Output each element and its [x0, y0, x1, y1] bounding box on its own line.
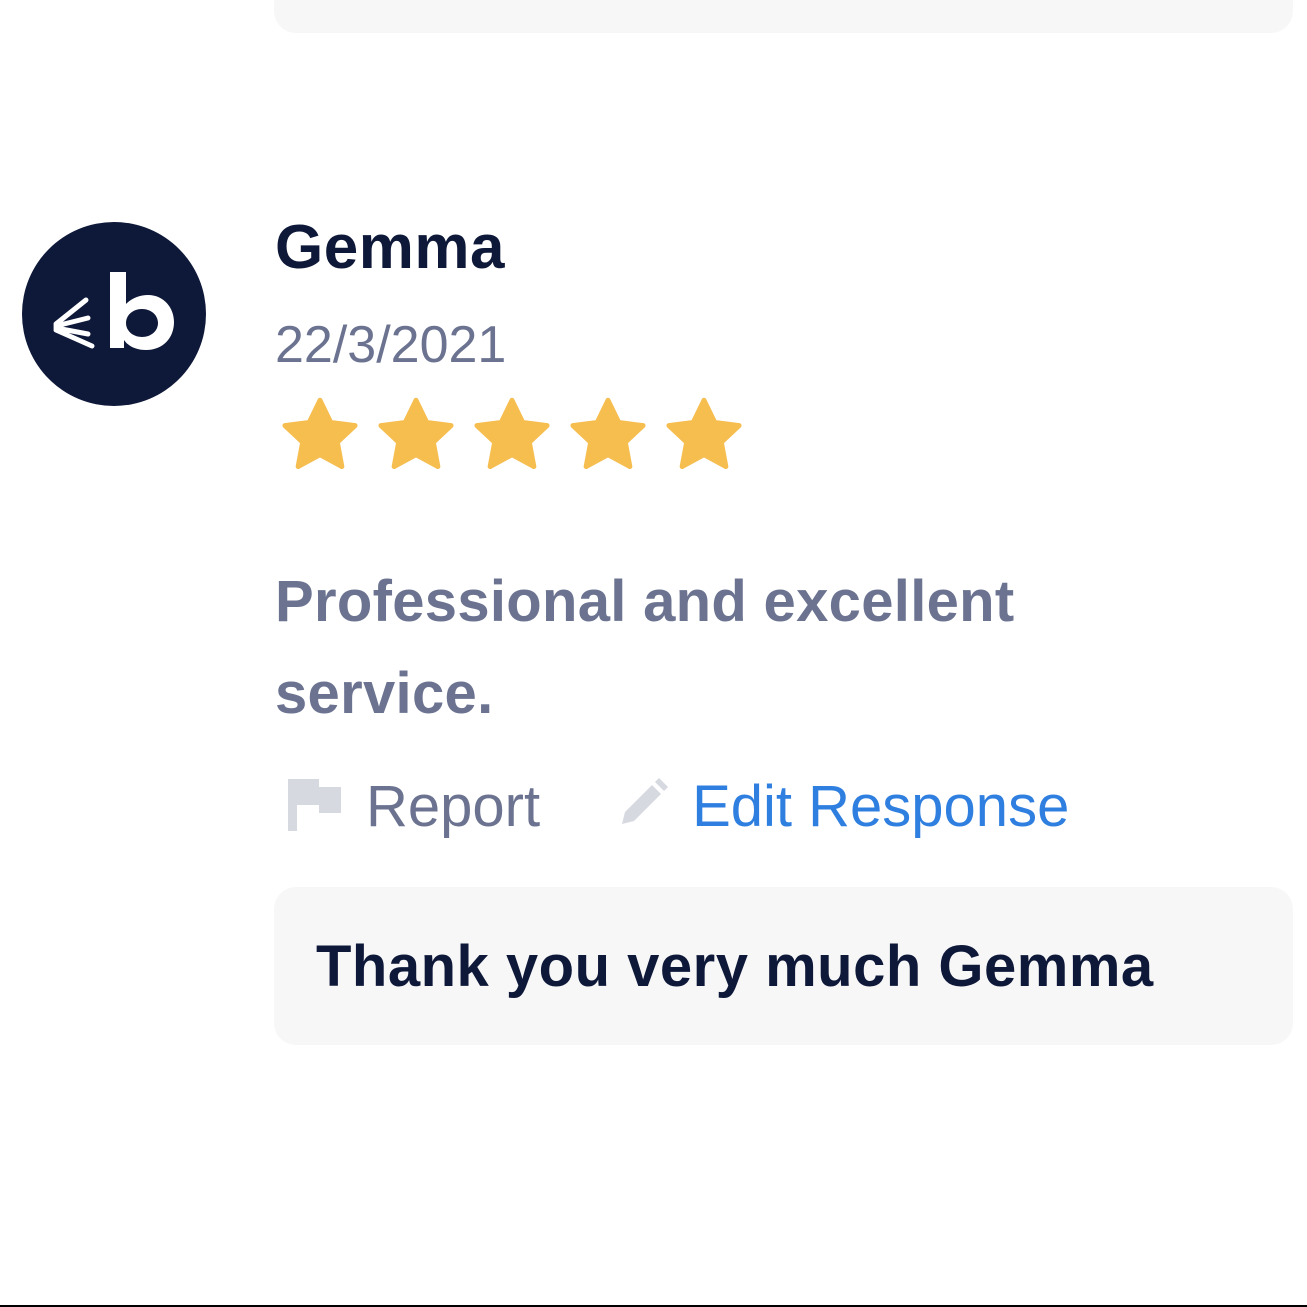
review-text: Professional and excellent service. — [275, 569, 1015, 726]
pencil-icon — [616, 777, 669, 835]
star-icon — [662, 396, 746, 476]
star-rating — [278, 396, 746, 476]
report-label: Report — [366, 773, 541, 839]
edit-response-button[interactable]: Edit Response — [616, 773, 1069, 840]
star-icon — [566, 396, 650, 476]
edit-response-label: Edit Response — [692, 773, 1070, 839]
star-icon — [278, 396, 362, 476]
owner-response-card: Thank you very much Gemma — [274, 887, 1293, 1045]
star-icon — [374, 396, 458, 476]
reviewer-name: Gemma — [275, 213, 505, 282]
review-actions: Report Edit Response — [286, 770, 1069, 842]
owner-response-text: Thank you very much Gemma — [316, 934, 1154, 999]
avatar — [22, 222, 206, 406]
report-button[interactable]: Report — [286, 773, 540, 840]
flag-icon — [286, 775, 342, 838]
star-icon — [470, 396, 554, 476]
review-date: 22/3/2021 — [275, 316, 507, 374]
previous-response-card — [274, 0, 1293, 33]
booksy-logo-icon — [44, 264, 184, 364]
